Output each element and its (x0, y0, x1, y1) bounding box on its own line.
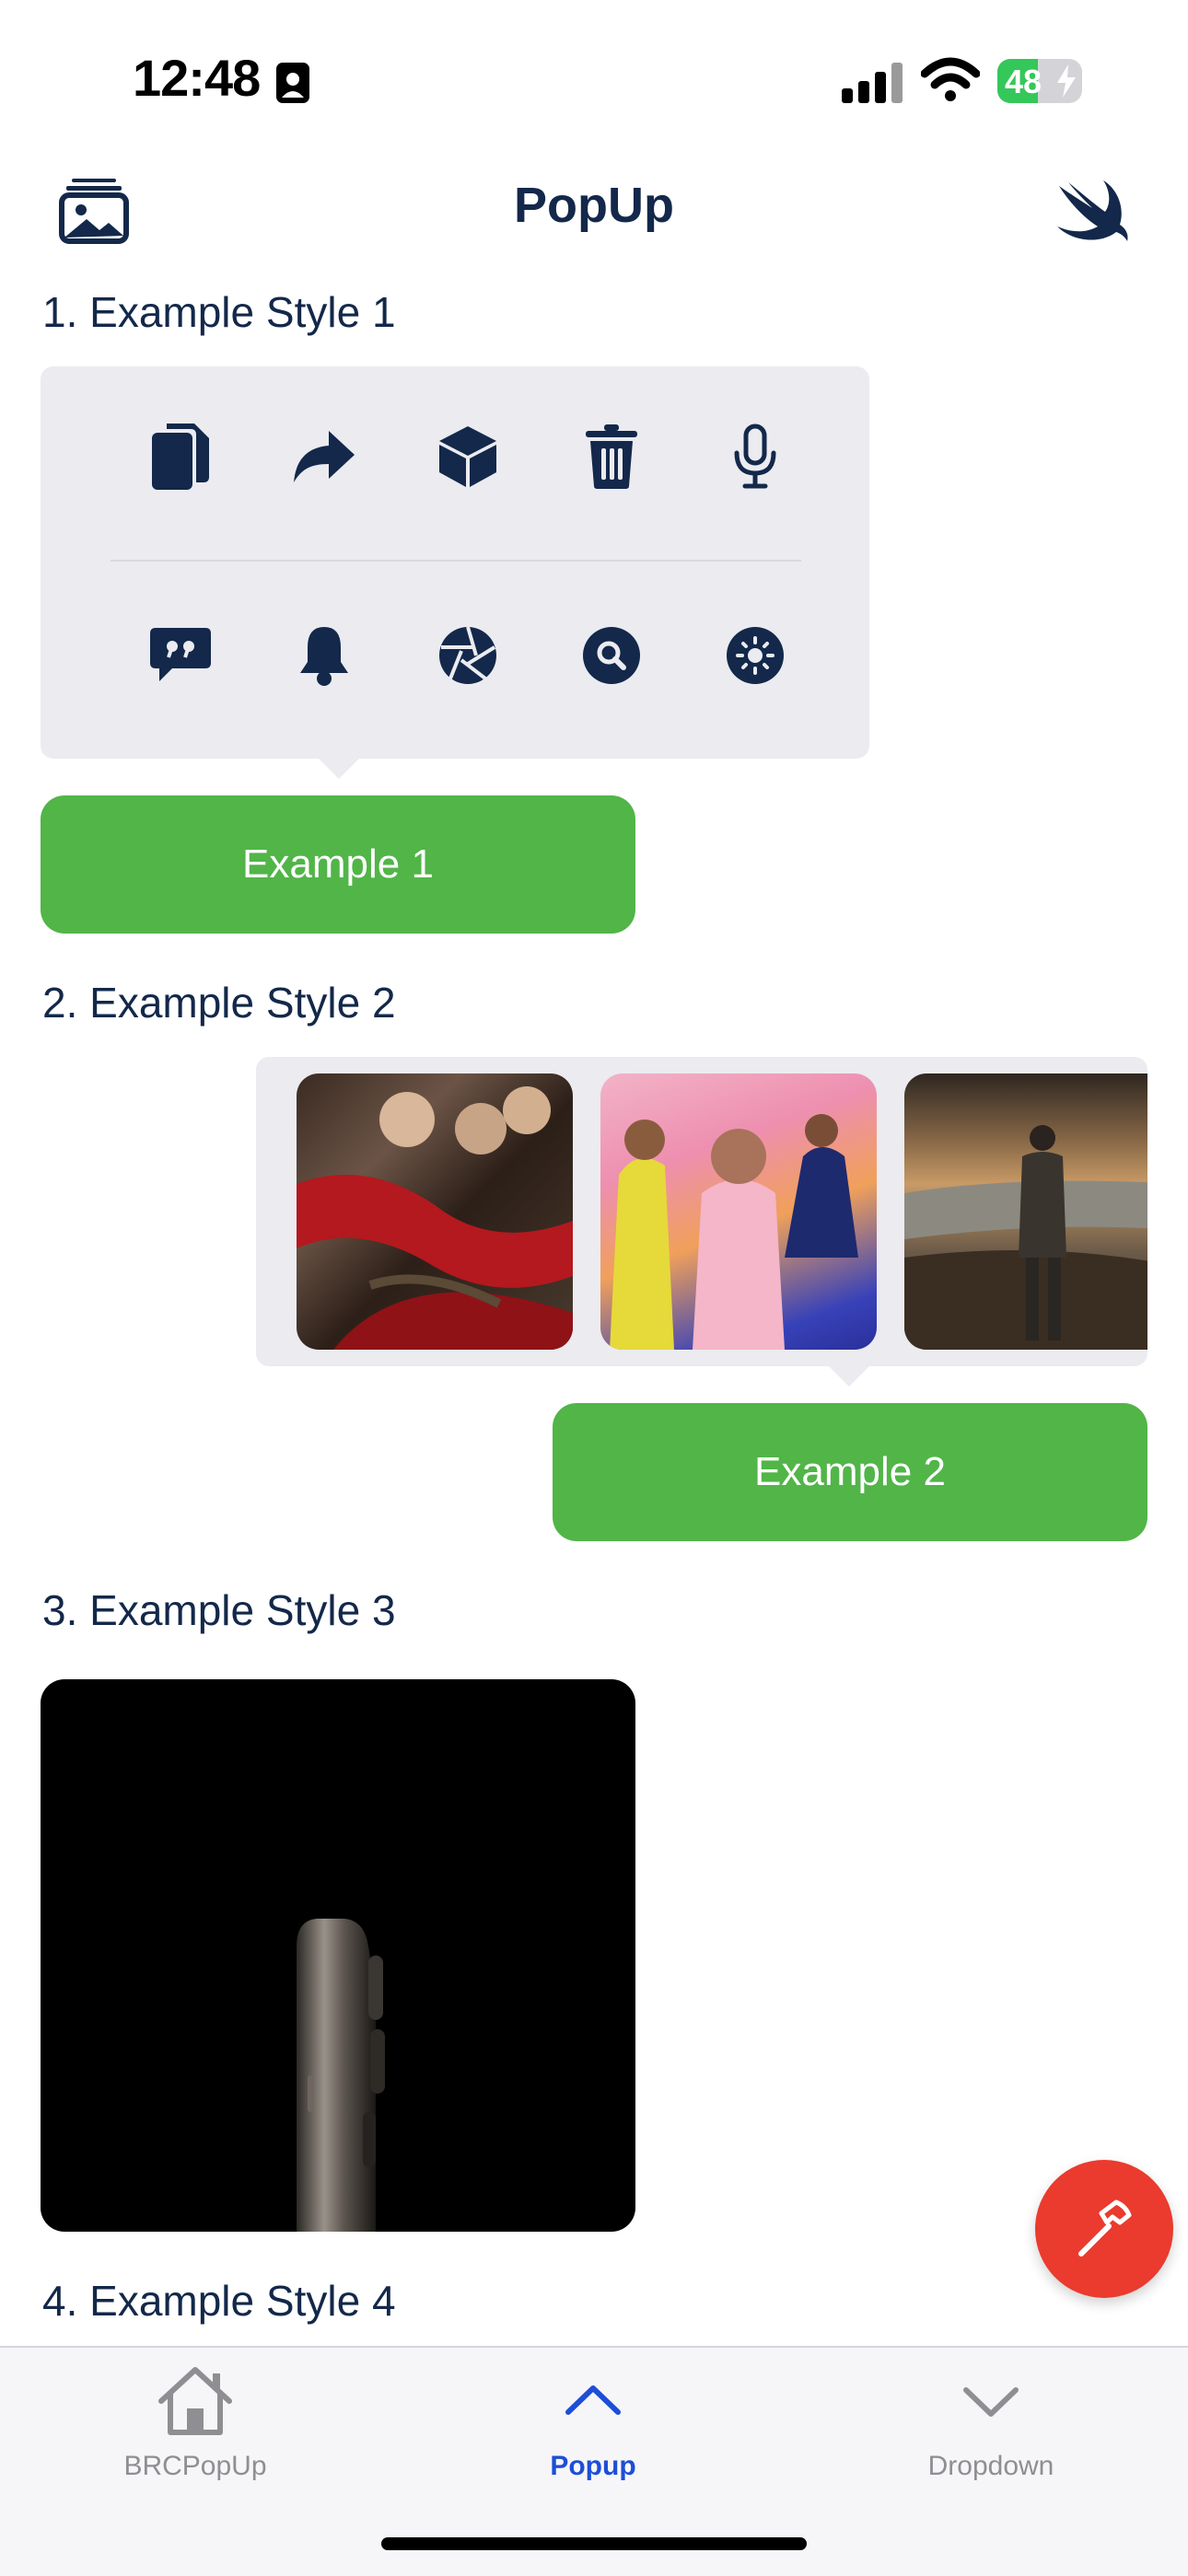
trash-icon (586, 424, 637, 489)
tab-popup[interactable]: Popup (455, 2364, 731, 2482)
contact-card-icon (276, 63, 309, 103)
bell-button[interactable] (280, 611, 368, 700)
delete-button[interactable] (567, 412, 656, 501)
tab-label: Dropdown (927, 2451, 1054, 2481)
section-title-4: 4. Example Style 4 (42, 2277, 396, 2325)
tab-brcpopup[interactable]: BRCPopUp (57, 2364, 333, 2482)
swift-button[interactable] (1055, 179, 1129, 243)
popup-panel-1 (41, 366, 869, 759)
popup-tail-2 (829, 1366, 869, 1387)
period-drama-artwork (297, 1086, 573, 1350)
chevron-down-icon (963, 2387, 1019, 2417)
cellular-signal-icon (842, 63, 903, 103)
section-title-2: 2. Example Style 2 (42, 979, 396, 1027)
sun-icon (727, 627, 784, 684)
share-arrow-icon (294, 431, 355, 482)
battery-level: 48 (1005, 63, 1042, 100)
landscape-artwork (904, 1125, 1147, 1350)
aperture-icon (439, 626, 496, 684)
section-title-3: 3. Example Style 3 (42, 1586, 396, 1634)
media-thumbnail[interactable] (297, 1073, 573, 1350)
cube-icon (439, 426, 496, 487)
battery-charging-icon (1057, 64, 1076, 98)
copy-button[interactable] (136, 412, 225, 501)
section-title-1: 1. Example Style 1 (42, 288, 396, 336)
cube-button[interactable] (424, 412, 512, 501)
tab-dropdown[interactable]: Dropdown (853, 2364, 1129, 2482)
quote-bubble-icon (150, 628, 211, 681)
share-button[interactable] (280, 412, 368, 501)
media-thumbnail[interactable] (904, 1073, 1147, 1350)
home-indicator (381, 2537, 807, 2550)
phone-product-artwork (297, 1919, 385, 2232)
soccer-artwork (610, 1114, 858, 1350)
chevron-up-icon (565, 2385, 621, 2415)
panel-divider (111, 560, 801, 562)
status-time: 12:48 (133, 49, 261, 107)
microphone-button[interactable] (711, 412, 799, 501)
house-icon (158, 2367, 232, 2435)
brightness-button[interactable] (711, 611, 799, 700)
page-title: PopUp (514, 178, 674, 233)
swift-logo-icon (1057, 180, 1128, 241)
example-1-button[interactable]: Example 1 (41, 795, 635, 934)
microphone-icon (734, 424, 776, 489)
tab-label: Popup (550, 2451, 636, 2481)
magnifier-icon (583, 627, 640, 684)
aperture-button[interactable] (424, 611, 512, 700)
bell-icon (300, 627, 348, 686)
wifi-icon (921, 57, 980, 101)
tab-label: BRCPopUp (123, 2451, 267, 2481)
media-thumbnail[interactable] (600, 1073, 877, 1350)
hammer-icon (1078, 2199, 1132, 2257)
popup-tail-1 (319, 759, 359, 779)
popup-panel-2 (256, 1057, 1147, 1366)
video-preview[interactable] (41, 1679, 635, 2232)
copy-icon (152, 424, 209, 490)
quote-button[interactable] (136, 611, 225, 700)
tools-fab-button[interactable] (1035, 2160, 1173, 2298)
example-2-button[interactable]: Example 2 (553, 1403, 1147, 1541)
search-button[interactable] (567, 611, 656, 700)
